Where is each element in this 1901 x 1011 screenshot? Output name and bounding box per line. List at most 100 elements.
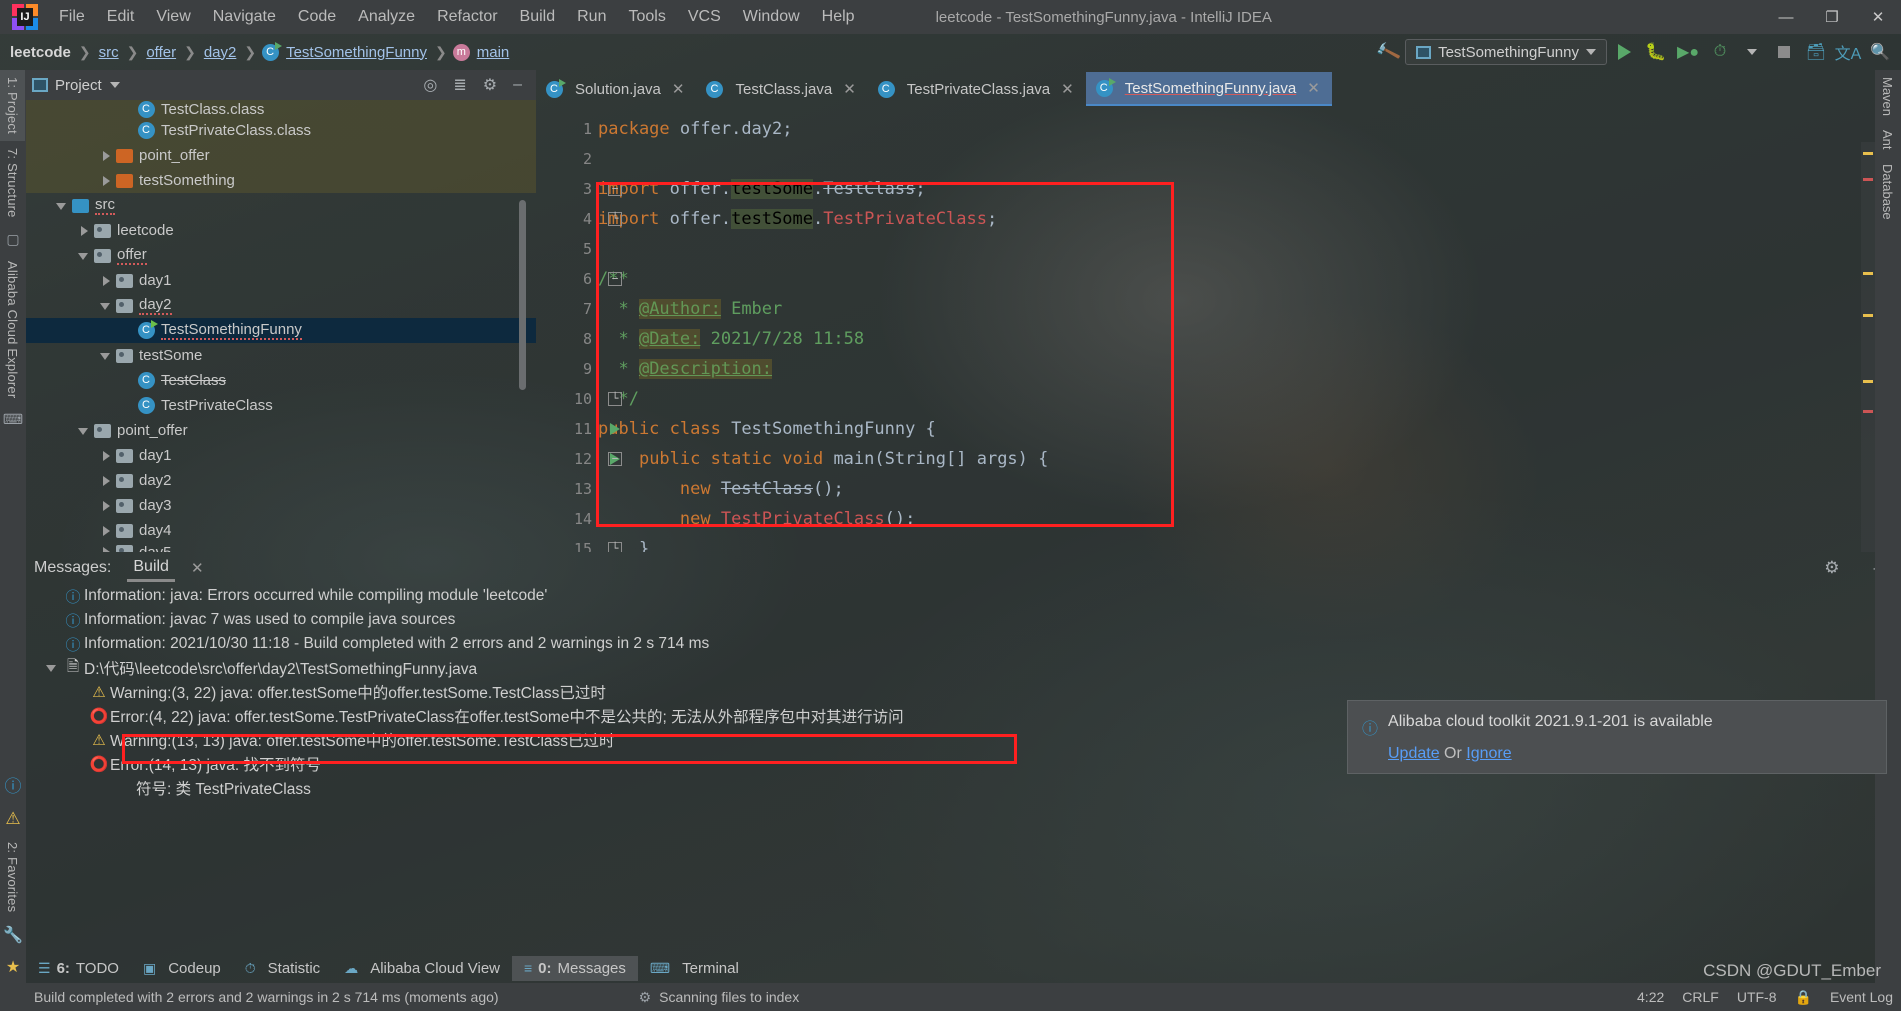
menu-item-view[interactable]: View <box>145 4 201 30</box>
gear-icon[interactable]: ⚙ <box>1824 558 1839 578</box>
breadcrumb-item-offer[interactable]: offer <box>144 44 178 61</box>
menu-item-code[interactable]: Code <box>287 4 347 30</box>
menu-item-build[interactable]: Build <box>509 4 567 30</box>
sidebar-tab-ant[interactable]: Ant <box>1875 123 1900 157</box>
tree-node[interactable]: leetcode <box>26 218 536 243</box>
warning-icon[interactable]: ⚠ <box>0 803 26 835</box>
tool-window-button-statistic[interactable]: ⏱ Statistic <box>233 956 332 981</box>
tree-node[interactable]: testSomething <box>26 168 536 193</box>
menu-item-window[interactable]: Window <box>732 4 811 30</box>
updates-button[interactable]: 🗃 <box>1801 37 1831 67</box>
tree-node[interactable]: TestPrivateClass <box>26 393 536 418</box>
close-button[interactable]: ✕ <box>1855 0 1901 34</box>
tree-node[interactable]: testSome <box>26 343 536 368</box>
tree-node[interactable]: point_offer <box>26 143 536 168</box>
minimize-button[interactable]: — <box>1763 0 1809 34</box>
code-line[interactable]: /** <box>598 264 1875 294</box>
fold-minus-icon[interactable]: − <box>608 272 622 286</box>
tree-node[interactable]: point_offer <box>26 418 536 443</box>
code-line[interactable]: * @Author: Ember <box>598 294 1875 324</box>
tree-node[interactable]: TestPrivateClass.class <box>26 118 536 143</box>
menu-item-tools[interactable]: Tools <box>617 4 676 30</box>
menu-item-run[interactable]: Run <box>566 4 617 30</box>
tree-node[interactable]: TestClass.class <box>26 100 536 118</box>
debug-button[interactable]: 🐛 <box>1641 37 1671 67</box>
chevron-right-icon[interactable] <box>100 275 112 287</box>
run-configuration-selector[interactable]: TestSomethingFunny <box>1405 39 1607 65</box>
sidebar-tab-alibaba-cloud-explorer[interactable]: Alibaba Cloud Explorer <box>0 254 25 405</box>
menu-item-edit[interactable]: Edit <box>96 4 146 30</box>
maximize-button[interactable]: ❐ <box>1809 0 1855 34</box>
close-icon[interactable]: ✕ <box>191 559 204 577</box>
tree-node[interactable]: day2 <box>26 468 536 493</box>
chevron-down-icon[interactable] <box>46 662 58 674</box>
line-separator[interactable]: CRLF <box>1682 989 1719 1005</box>
editor-tab[interactable]: TestClass.java ✕ <box>696 72 867 106</box>
sidebar-tab-database[interactable]: Database <box>1875 157 1900 227</box>
notification-update-link[interactable]: Update <box>1388 745 1440 762</box>
settings-icon[interactable]: ⚙ <box>483 75 497 95</box>
sidebar-tab-maven[interactable]: Maven <box>1875 70 1900 123</box>
chevron-right-icon[interactable] <box>100 450 112 462</box>
tool-window-button-terminal[interactable]: ⌨ Terminal <box>638 956 751 981</box>
breadcrumb-item-class[interactable]: TestSomethingFunny <box>284 44 429 61</box>
menu-item-file[interactable]: File <box>48 4 96 30</box>
fold-minus-icon[interactable]: − <box>608 452 622 466</box>
run-with-coverage-button[interactable]: ▶● <box>1673 37 1703 67</box>
chevron-down-icon[interactable] <box>78 250 90 262</box>
tree-node[interactable]: day3 <box>26 493 536 518</box>
chevron-right-icon[interactable] <box>100 150 112 162</box>
code-line[interactable]: package offer.day2; <box>598 114 1875 144</box>
tree-node[interactable]: day5 <box>26 543 536 552</box>
code-line[interactable]: * @Description: <box>598 354 1875 384</box>
code-line[interactable]: import offer.testSome.TestClass; <box>598 174 1875 204</box>
chevron-right-icon[interactable] <box>100 175 112 187</box>
sidebar-tab-structure[interactable]: 7: Structure <box>0 141 25 225</box>
file-encoding[interactable]: UTF-8 <box>1737 989 1777 1005</box>
translate-button[interactable]: 文A <box>1833 37 1863 67</box>
message-row[interactable]: 符号: 类 TestPrivateClass <box>62 776 1901 800</box>
menu-item-help[interactable]: Help <box>811 4 866 30</box>
message-row[interactable]: ⓘ Information: javac 7 was used to compil… <box>62 608 1901 632</box>
collapse-all-icon[interactable]: ≣ <box>453 75 466 95</box>
tree-node[interactable]: day4 <box>26 518 536 543</box>
chevron-down-icon[interactable] <box>109 82 120 88</box>
code-line[interactable]: */ <box>598 384 1875 414</box>
close-icon[interactable]: ✕ <box>1061 80 1074 98</box>
fold-end-icon[interactable]: └ <box>608 212 622 226</box>
run-button[interactable] <box>1609 37 1639 67</box>
code-lines[interactable]: package offer.day2; import offer.testSome… <box>598 106 1875 552</box>
chevron-right-icon[interactable] <box>78 225 90 237</box>
error-stripe-bar[interactable] <box>1861 142 1875 552</box>
breadcrumb-item-src[interactable]: src <box>97 44 121 61</box>
hide-icon[interactable]: – <box>513 76 522 94</box>
chevron-down-icon[interactable] <box>56 200 68 212</box>
messages-tab-build[interactable]: Build <box>127 555 175 582</box>
code-line[interactable]: new TestClass(); <box>598 474 1875 504</box>
editor-tab[interactable]: Solution.java ✕ <box>536 72 696 106</box>
locate-icon[interactable]: ◎ <box>423 75 437 95</box>
code-line[interactable]: public static void main(String[] args) { <box>598 444 1875 474</box>
breadcrumb-item-leetcode[interactable]: leetcode <box>8 44 73 61</box>
tree-node[interactable]: TestClass <box>26 368 536 393</box>
tree-node[interactable]: day1 <box>26 443 536 468</box>
profile-dropdown-button[interactable] <box>1737 37 1767 67</box>
lock-icon[interactable]: 🔒 <box>1795 989 1812 1006</box>
message-row[interactable]: ⓘ Information: java: Errors occurred whil… <box>62 584 1901 608</box>
menu-item-refactor[interactable]: Refactor <box>426 4 508 30</box>
code-line[interactable]: import offer.testSome.TestPrivateClass; <box>598 204 1875 234</box>
favorites-star-icon[interactable]: ★ <box>0 951 26 983</box>
profile-button[interactable]: ⏱ <box>1705 37 1735 67</box>
chevron-right-icon[interactable] <box>100 525 112 537</box>
build-project-button[interactable]: 🔨 <box>1373 37 1403 67</box>
editor-tab[interactable]: TestPrivateClass.java ✕ <box>868 72 1086 106</box>
sidebar-tab-project[interactable]: 1: Project <box>0 70 25 141</box>
tree-node[interactable]: day1 <box>26 268 536 293</box>
code-line[interactable] <box>598 144 1875 174</box>
notification-ignore-link[interactable]: Ignore <box>1466 745 1511 762</box>
project-tree[interactable]: TestClass.class TestPrivateClass.class poi… <box>26 100 536 552</box>
run-gutter-icon[interactable] <box>610 423 620 435</box>
bookmark-icon[interactable]: ▢ <box>0 225 26 254</box>
wrench-icon[interactable]: 🔧 <box>0 919 26 951</box>
project-tree-scrollbar[interactable] <box>519 200 526 390</box>
